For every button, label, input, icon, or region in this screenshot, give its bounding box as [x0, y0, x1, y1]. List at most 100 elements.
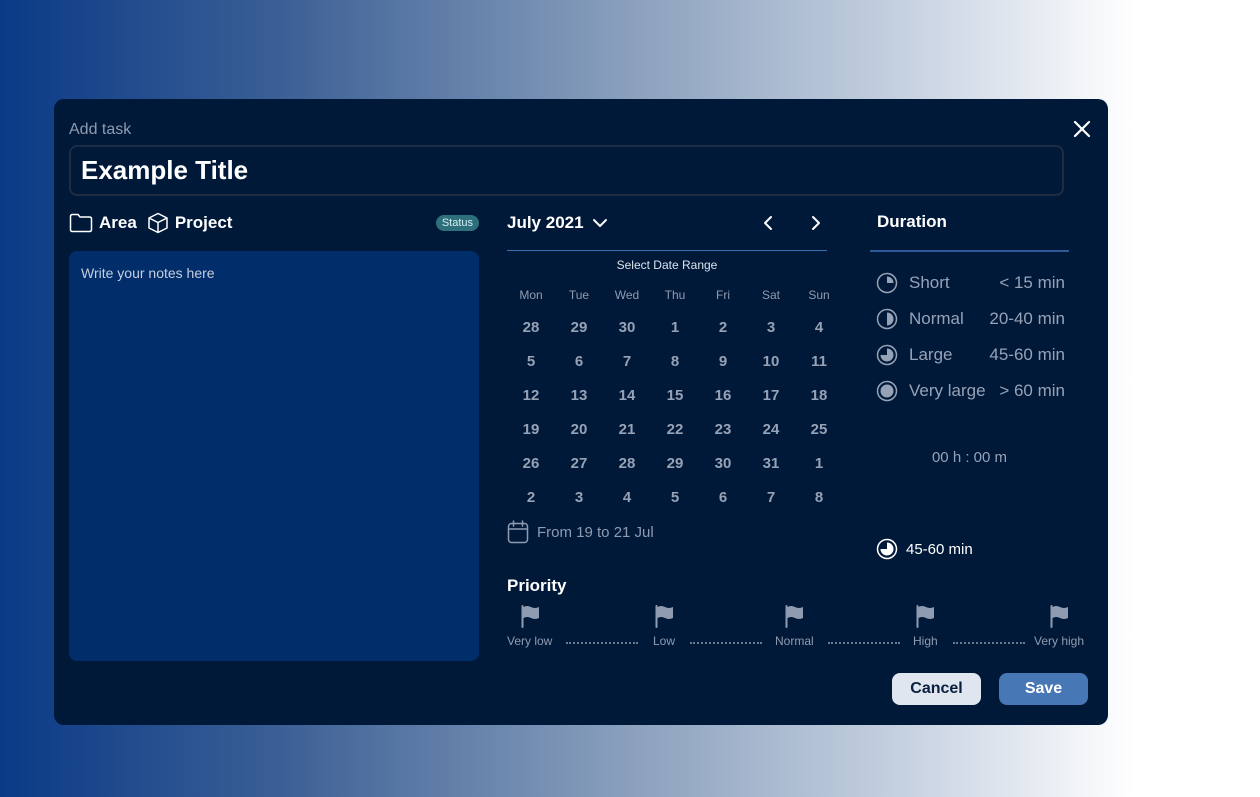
calendar-day[interactable]: 4: [795, 310, 843, 344]
duration-panel: Duration Short < 15 min Normal 20-40 min…: [870, 210, 1069, 560]
calendar-day[interactable]: 29: [555, 310, 603, 344]
dialog-header-label: Add task: [69, 121, 132, 138]
pie-three-quarter-icon: [876, 538, 898, 560]
duration-divider: [870, 250, 1069, 252]
calendar-day[interactable]: 26: [507, 446, 555, 480]
duration-option-short[interactable]: Short < 15 min: [870, 265, 1069, 301]
weekday-label: Fri: [716, 288, 730, 302]
project-label: Project: [174, 213, 233, 232]
cancel-button[interactable]: Cancel: [892, 673, 981, 705]
calendar-day[interactable]: 7: [603, 344, 651, 378]
weekday-header: Mon Tue Wed Thu Fri Sat Sun: [507, 288, 829, 302]
project-selector[interactable]: Project: [147, 212, 233, 234]
calendar-day[interactable]: 29: [651, 446, 699, 480]
priority-label: Very high: [1034, 634, 1085, 648]
flag-icon: [1050, 605, 1069, 628]
calendar-day[interactable]: 24: [747, 412, 795, 446]
calendar-day[interactable]: 14: [603, 378, 651, 412]
calendar-day[interactable]: 9: [699, 344, 747, 378]
flag-icon: [785, 605, 804, 628]
chevron-down-icon: [592, 219, 607, 227]
save-button[interactable]: Save: [999, 673, 1088, 705]
duration-option-range: < 15 min: [999, 273, 1065, 292]
duration-option-label: Short: [909, 273, 950, 292]
calendar-day[interactable]: 5: [507, 344, 555, 378]
duration-option-normal[interactable]: Normal 20-40 min: [870, 301, 1069, 337]
calendar-day[interactable]: 6: [699, 480, 747, 514]
weekday-label: Wed: [614, 288, 640, 302]
calendar-day[interactable]: 22: [651, 412, 699, 446]
calendar-days-grid: 28 29 30 1 2 3 4 5 6 7 8 9 10 11 12 13 1…: [507, 310, 828, 514]
folder-icon: [69, 213, 93, 233]
duration-options: Short < 15 min Normal 20-40 min Large 45…: [870, 265, 1069, 409]
priority-connector: [566, 642, 638, 644]
status-badge[interactable]: Status: [435, 215, 479, 231]
priority-very-high[interactable]: Very high: [1034, 604, 1084, 648]
duration-option-large[interactable]: Large 45-60 min: [870, 337, 1069, 373]
calendar-day[interactable]: 6: [555, 344, 603, 378]
calendar: July 2021 Select Date Range Mon Tue Wed …: [507, 210, 830, 544]
priority-label: Normal: [775, 634, 814, 648]
calendar-day[interactable]: 20: [555, 412, 603, 446]
next-month-button[interactable]: [805, 212, 827, 234]
duration-option-label: Very large: [909, 381, 986, 400]
priority-title: Priority: [507, 576, 567, 595]
calendar-day[interactable]: 1: [795, 446, 843, 480]
calendar-day[interactable]: 15: [651, 378, 699, 412]
calendar-day[interactable]: 19: [507, 412, 555, 446]
month-dropdown[interactable]: [592, 215, 608, 231]
priority-label: Very low: [507, 634, 553, 648]
calendar-day[interactable]: 30: [699, 446, 747, 480]
selected-duration-label: 45-60 min: [906, 540, 973, 558]
flag-icon: [655, 605, 673, 628]
calendar-day[interactable]: 4: [603, 480, 651, 514]
calendar-day[interactable]: 2: [699, 310, 747, 344]
area-selector[interactable]: Area: [69, 213, 137, 233]
calendar-day[interactable]: 25: [795, 412, 843, 446]
calendar-day[interactable]: 23: [699, 412, 747, 446]
calendar-day[interactable]: 11: [795, 344, 843, 378]
priority-label: High: [913, 634, 938, 648]
calendar-day[interactable]: 21: [603, 412, 651, 446]
calendar-day[interactable]: 27: [555, 446, 603, 480]
priority-high[interactable]: High: [913, 604, 938, 648]
duration-option-very-large[interactable]: Very large > 60 min: [870, 373, 1069, 409]
calendar-day[interactable]: 31: [747, 446, 795, 480]
calendar-day[interactable]: 16: [699, 378, 747, 412]
duration-title: Duration: [877, 212, 947, 231]
calendar-day[interactable]: 5: [651, 480, 699, 514]
calendar-day[interactable]: 8: [795, 480, 843, 514]
calendar-header: July 2021: [507, 210, 827, 236]
priority-low[interactable]: Low: [653, 604, 675, 648]
close-button[interactable]: [1070, 117, 1094, 141]
prev-month-button[interactable]: [757, 212, 779, 234]
selected-duration: 45-60 min: [870, 538, 1069, 560]
calendar-day[interactable]: 13: [555, 378, 603, 412]
priority-connector: [953, 642, 1025, 644]
title-input[interactable]: [69, 145, 1064, 196]
priority-very-low[interactable]: Very low: [507, 604, 552, 648]
time-readout[interactable]: 00 h : 00 m: [870, 449, 1069, 466]
calendar-day[interactable]: 2: [507, 480, 555, 514]
calendar-day[interactable]: 17: [747, 378, 795, 412]
priority-label: Low: [653, 634, 676, 648]
duration-option-range: 20-40 min: [989, 309, 1065, 328]
calendar-day[interactable]: 3: [555, 480, 603, 514]
duration-option-range: > 60 min: [999, 381, 1065, 400]
calendar-day[interactable]: 7: [747, 480, 795, 514]
calendar-day[interactable]: 28: [507, 310, 555, 344]
chevron-left-icon: [764, 216, 772, 230]
calendar-day[interactable]: 10: [747, 344, 795, 378]
weekday-label: Tue: [568, 288, 590, 302]
priority-connector: [690, 642, 762, 644]
calendar-day[interactable]: 28: [603, 446, 651, 480]
priority-normal[interactable]: Normal: [775, 604, 814, 648]
pie-full-icon: [876, 380, 898, 402]
calendar-day[interactable]: 8: [651, 344, 699, 378]
calendar-day[interactable]: 18: [795, 378, 843, 412]
calendar-day[interactable]: 30: [603, 310, 651, 344]
calendar-day[interactable]: 1: [651, 310, 699, 344]
notes-textarea[interactable]: [69, 251, 479, 661]
calendar-day[interactable]: 3: [747, 310, 795, 344]
calendar-day[interactable]: 12: [507, 378, 555, 412]
